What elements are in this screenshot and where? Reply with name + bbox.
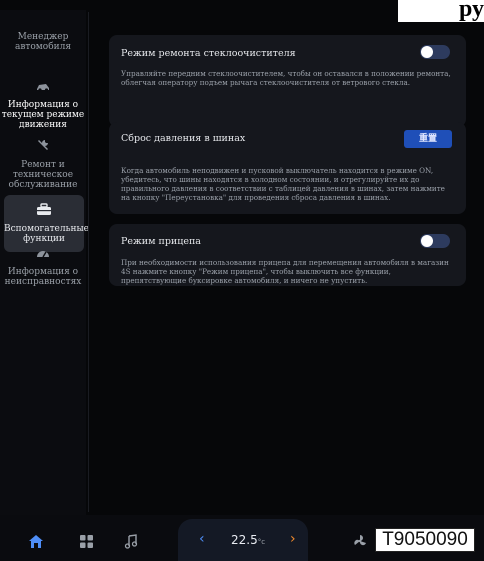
music-note-icon[interactable] xyxy=(122,532,140,550)
trailer-mode-card: Режим прицепа При необходимости использо… xyxy=(109,224,466,286)
toolbox-icon xyxy=(36,203,52,219)
home-icon[interactable] xyxy=(27,532,45,550)
sidebar-item-label: Вспомогательные функции xyxy=(4,224,89,244)
wiper-repair-card: Режим ремонта стеклоочистителя Управляйт… xyxy=(109,35,466,127)
sidebar-item-faults[interactable]: Информация о неисправностях xyxy=(0,247,86,287)
toggle-knob xyxy=(421,46,433,58)
sidebar-item-car-manager[interactable]: Менеджер автомобиля xyxy=(0,32,86,52)
card-description: Когда автомобиль неподвижен и пусковой в… xyxy=(121,166,445,202)
temp-decrease-icon[interactable]: ‹ xyxy=(199,531,205,547)
sidebar-item-maintenance[interactable]: Ремонт и техническое обслуживание xyxy=(0,138,86,190)
car-drive-icon xyxy=(35,82,51,95)
sidebar-item-label: Ремонт и техническое обслуживание xyxy=(8,160,78,190)
toggle-knob xyxy=(421,235,433,247)
card-title: Сброс давления в шинах xyxy=(121,133,246,144)
sidebar-item-drive-info[interactable]: Информация о текущем режиме движения xyxy=(0,82,86,130)
sidebar-item-label: Менеджер автомобиля xyxy=(14,32,72,52)
fault-gauge-icon xyxy=(35,247,51,262)
wrench-icon xyxy=(36,138,50,155)
sidebar: Менеджер автомобиля Информация о текущем… xyxy=(0,10,89,515)
wiper-repair-toggle[interactable] xyxy=(420,45,450,59)
figure-code-label: T9050090 xyxy=(375,528,475,552)
temperature-value: 22.5 xyxy=(231,533,258,547)
tire-pressure-card: Сброс давления в шинах 重置 Когда автомоби… xyxy=(109,122,466,214)
card-title: Режим прицепа xyxy=(121,236,201,247)
vehicle-screen: ру Менеджер автомобиля Информация о теку… xyxy=(0,0,484,561)
corner-caption: ру xyxy=(398,0,484,22)
tire-reset-button[interactable]: 重置 xyxy=(404,130,452,148)
sidebar-item-label: Информация о текущем режиме движения xyxy=(1,100,85,130)
temp-increase-icon[interactable]: › xyxy=(290,531,296,547)
card-description: При необходимости использования прицепа … xyxy=(121,258,449,285)
card-title: Режим ремонта стеклоочистителя xyxy=(121,48,296,59)
temperature-unit: °c xyxy=(257,538,266,546)
temperature-readout: 22.5°c xyxy=(231,533,265,547)
fan-icon[interactable] xyxy=(351,532,369,550)
card-description: Управляйте передним стеклоочистителем, ч… xyxy=(121,69,451,87)
apps-grid-icon[interactable] xyxy=(78,533,94,549)
sidebar-item-label: Информация о неисправностях xyxy=(4,267,82,287)
trailer-mode-toggle[interactable] xyxy=(420,234,450,248)
sidebar-item-aux-functions[interactable]: Вспомогательные функции xyxy=(4,195,89,252)
sidebar-divider xyxy=(88,12,89,512)
